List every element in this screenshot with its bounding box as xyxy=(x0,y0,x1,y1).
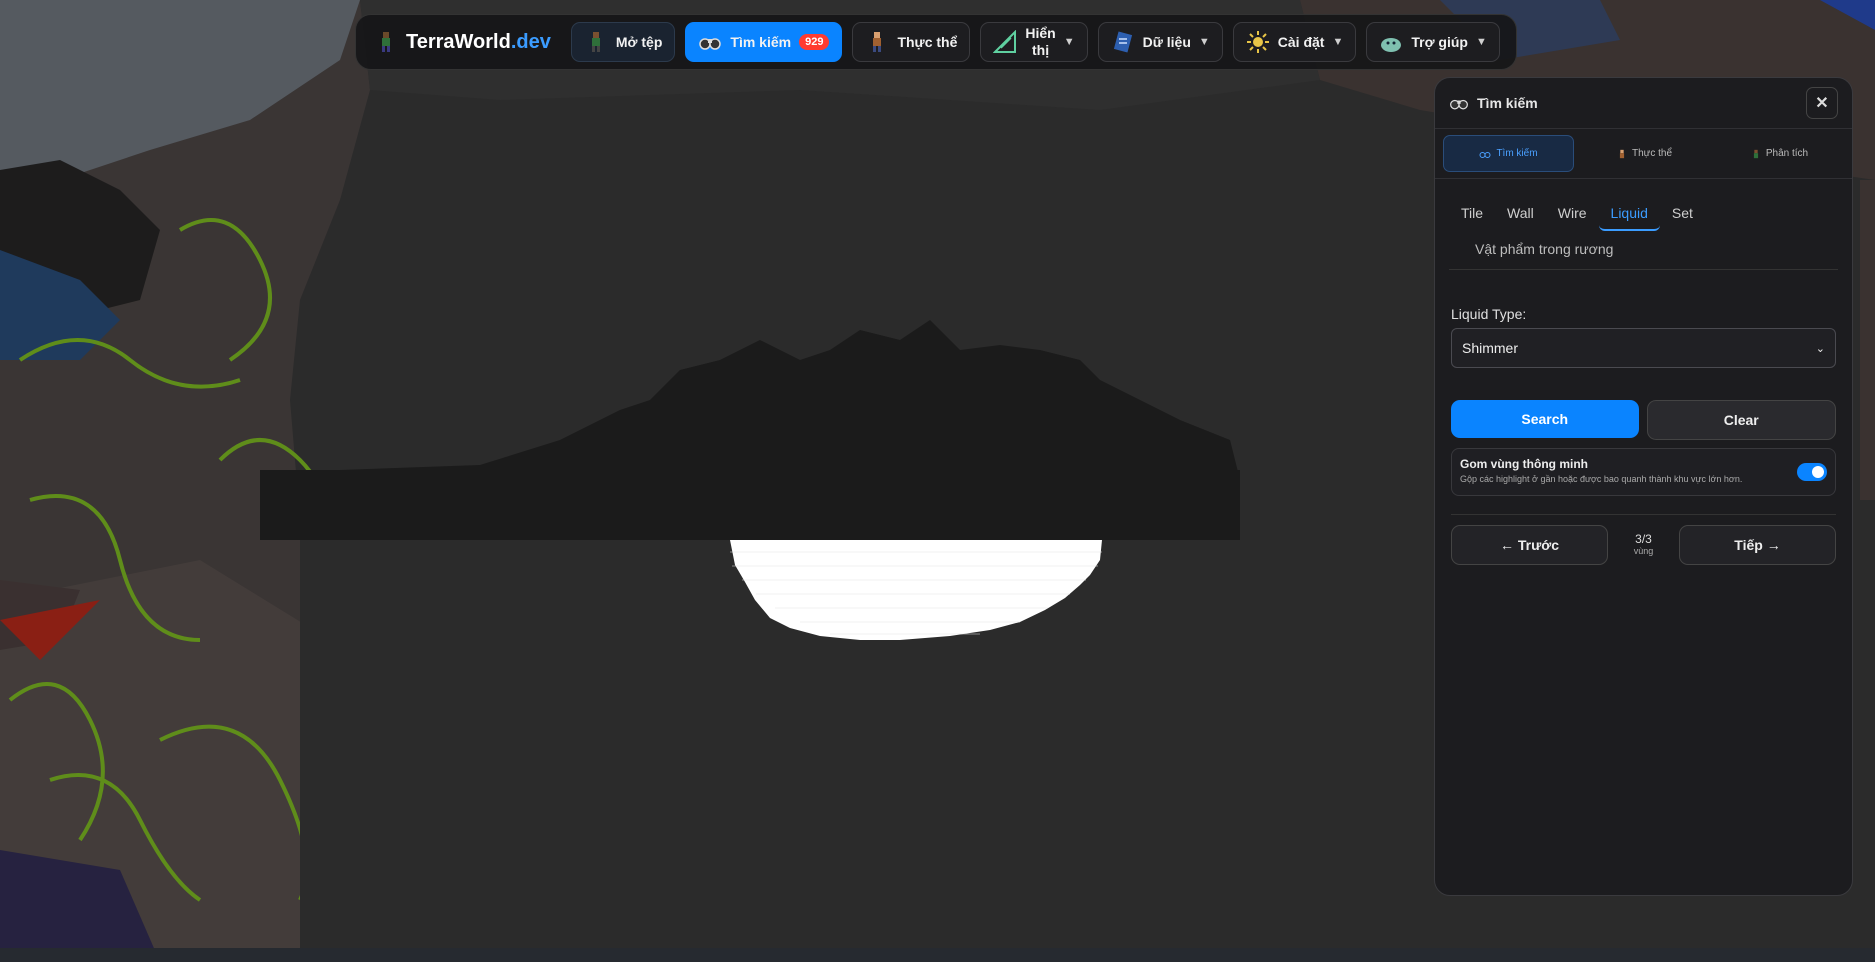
subtab-liquid[interactable]: Liquid xyxy=(1598,197,1660,231)
search-button[interactable]: Tìm kiếm 929 xyxy=(685,22,843,62)
brand-logo[interactable]: TerraWorld.dev xyxy=(368,30,561,54)
data-menu-button[interactable]: Dữ liệu ▼ xyxy=(1097,22,1223,62)
sun-gear-icon xyxy=(1246,31,1269,53)
search-panel: Tìm kiếm ✕ Tìm kiếm Thực thể Phân tích T… xyxy=(1434,77,1853,896)
subtab-chest-items[interactable]: Vật phẩm trong rương xyxy=(1449,231,1838,270)
pager-unit: vùng xyxy=(1633,546,1654,556)
display-menu-button[interactable]: Hiển thị ▼ xyxy=(980,22,1088,62)
display-label-line2: thị xyxy=(1031,42,1050,58)
open-file-button[interactable]: Mở tệp xyxy=(570,22,676,62)
display-label-line1: Hiển xyxy=(1025,25,1056,41)
brand-name: TerraWorld xyxy=(406,30,511,53)
prev-region-button[interactable]: ← Trước xyxy=(1451,525,1608,565)
help-label: Trợ giúp xyxy=(1411,34,1468,50)
subtab-set[interactable]: Set xyxy=(1660,197,1705,231)
data-sheet-icon xyxy=(1113,31,1132,53)
chevron-down-icon: ⌄ xyxy=(1815,342,1825,355)
tab-entities-label: Thực thể xyxy=(1631,148,1673,159)
terraria-character-icon xyxy=(382,32,390,52)
top-toolbar: TerraWorld.dev Mở tệp Tìm kiếm 929 Thực … xyxy=(355,14,1517,70)
action-buttons: Search Clear xyxy=(1451,400,1836,440)
chevron-down-icon: ▼ xyxy=(1332,36,1344,48)
data-label: Dữ liệu xyxy=(1142,34,1191,50)
npc-icon xyxy=(873,32,882,52)
character-icon xyxy=(1753,149,1758,158)
open-file-label: Mở tệp xyxy=(615,34,663,50)
subtab-wire[interactable]: Wire xyxy=(1546,197,1599,231)
region-navigation: ← Trước 3/3 vùng Tiếp → xyxy=(1451,525,1836,565)
divider xyxy=(1451,514,1836,515)
binoculars-icon xyxy=(699,38,722,50)
chevron-down-icon: ▼ xyxy=(1198,36,1210,48)
smart-grouping-title: Gom vùng thông minh xyxy=(1460,457,1588,471)
brand-suffix: .dev xyxy=(510,30,551,53)
close-button[interactable]: ✕ xyxy=(1806,87,1838,119)
panel-tabs: Tìm kiếm Thực thể Phân tích xyxy=(1435,129,1852,179)
tab-entities[interactable]: Thực thể xyxy=(1580,135,1709,172)
smart-grouping-option: Gom vùng thông minh Gộp các highlight ở … xyxy=(1451,448,1836,496)
tab-search[interactable]: Tìm kiếm xyxy=(1443,135,1574,172)
ruler-icon xyxy=(993,30,1017,53)
binoculars-icon xyxy=(1450,99,1468,110)
panel-title: Tìm kiếm xyxy=(1477,95,1538,111)
search-label: Tìm kiếm xyxy=(730,34,792,50)
liquid-type-select[interactable]: Shimmer ⌄ xyxy=(1451,328,1836,368)
smart-grouping-toggle[interactable] xyxy=(1797,463,1827,481)
tab-search-label: Tìm kiếm xyxy=(1496,148,1538,159)
liquid-type-value: Shimmer xyxy=(1462,340,1519,356)
chevron-down-icon: ▼ xyxy=(1475,36,1487,48)
settings-menu-button[interactable]: Cài đặt ▼ xyxy=(1232,22,1357,62)
subtab-wall[interactable]: Wall xyxy=(1495,197,1546,231)
subtab-tile[interactable]: Tile xyxy=(1449,197,1495,231)
search-count-badge: 929 xyxy=(799,34,830,50)
settings-label: Cài đặt xyxy=(1277,34,1325,50)
slime-icon xyxy=(1381,38,1402,52)
clear-button[interactable]: Clear xyxy=(1646,400,1836,440)
entities-label: Thực thể xyxy=(897,34,958,50)
tab-analysis[interactable]: Phân tích xyxy=(1715,135,1844,172)
tab-analysis-label: Phân tích xyxy=(1765,148,1809,159)
search-type-tabs: Tile Wall Wire Liquid Set xyxy=(1435,179,1852,231)
next-region-button[interactable]: Tiếp → xyxy=(1679,525,1836,565)
close-icon: ✕ xyxy=(1815,95,1829,112)
pager-count: 3/3 xyxy=(1635,532,1652,546)
smart-grouping-description: Gộp các highlight ở gần hoặc được bao qu… xyxy=(1460,474,1743,484)
panel-header: Tìm kiếm ✕ xyxy=(1435,78,1852,129)
character-icon xyxy=(591,32,600,52)
region-pager: 3/3 vùng xyxy=(1618,533,1669,557)
entities-button[interactable]: Thực thể xyxy=(852,22,971,62)
binoculars-icon xyxy=(1479,151,1491,158)
help-menu-button[interactable]: Trợ giúp ▼ xyxy=(1366,22,1500,62)
liquid-type-label: Liquid Type: xyxy=(1451,306,1527,322)
chevron-down-icon: ▼ xyxy=(1063,36,1075,48)
search-submit-button[interactable]: Search xyxy=(1451,400,1639,438)
npc-icon xyxy=(1619,149,1625,158)
